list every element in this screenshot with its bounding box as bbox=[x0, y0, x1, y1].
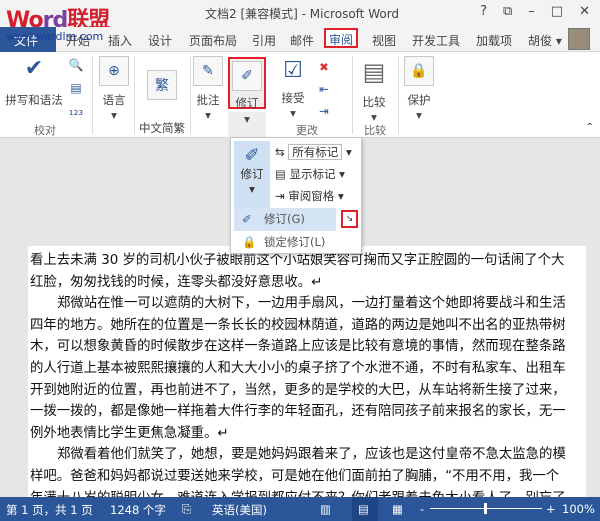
proofing-icon[interactable]: ⎘ bbox=[182, 502, 191, 517]
web-layout-icon[interactable]: ▦ bbox=[392, 502, 403, 516]
document-icon: ▤ bbox=[275, 167, 290, 181]
user-avatar[interactable] bbox=[568, 28, 590, 50]
group-compare: 比较 bbox=[364, 124, 386, 137]
tab-references[interactable]: 引用 bbox=[248, 30, 280, 50]
convert-icon: 繁 bbox=[147, 70, 177, 100]
group-changes: 更改 bbox=[296, 124, 318, 137]
language-icon: ⊕ bbox=[99, 56, 129, 86]
help-button[interactable]: ? bbox=[480, 4, 487, 19]
comment-button[interactable]: ✎ 批注 ▾ bbox=[192, 56, 224, 122]
window-title: 文档2 [兼容模式] - Microsoft Word bbox=[205, 7, 400, 21]
close-button[interactable]: ✕ bbox=[579, 4, 590, 19]
page-count[interactable]: 第 1 页，共 1 页 bbox=[6, 502, 93, 518]
markup-icon: ⇆ bbox=[275, 145, 289, 159]
track-changes-split-button[interactable]: ✐ 修订 ▾ bbox=[234, 141, 270, 209]
comment-icon: ✎ bbox=[193, 56, 223, 86]
status-bar: 第 1 页，共 1 页 1248 个字 ⎘ 英语(美国) ▥ ▤ ▦ - + 1… bbox=[0, 497, 600, 521]
tab-layout[interactable]: 页面布局 bbox=[185, 30, 241, 50]
markup-select[interactable]: ⇆ 所有标记 ▾ bbox=[275, 142, 352, 162]
tab-insert[interactable]: 插入 bbox=[104, 30, 136, 50]
accept-button[interactable]: ☑ 接受 ▾ bbox=[276, 58, 310, 120]
track-dropdown-arrow[interactable]: ▾ bbox=[228, 112, 266, 138]
track-changes-button[interactable]: ✐ 修订 bbox=[228, 57, 266, 110]
zoom-slider[interactable] bbox=[430, 503, 542, 514]
group-proofing: 校对 bbox=[34, 124, 56, 137]
zoom-level[interactable]: 100% bbox=[562, 502, 595, 516]
track-icon: ✐ bbox=[242, 212, 252, 226]
track-changes-icon: ✐ bbox=[232, 61, 262, 91]
changes-small-buttons[interactable]: ✖ ⇤ ⇥ bbox=[314, 56, 334, 122]
spelling-button[interactable]: ✔ 拼写和语法 bbox=[4, 56, 64, 108]
protect-button[interactable]: 🔒 保护 ▾ bbox=[402, 56, 436, 122]
tracking-dropdown-panel: ✐ 修订 ▾ ⇆ 所有标记 ▾ ▤ 显示标记 ▾ ⇥ 审阅窗格 ▾ ✐ 修订(G) … bbox=[230, 137, 362, 254]
tab-review[interactable]: 审阅 bbox=[324, 28, 359, 48]
compare-icon: ▤ bbox=[362, 58, 386, 86]
watermark-url: www.wordlm.com bbox=[6, 30, 104, 43]
pane-icon: ⇥ bbox=[275, 189, 289, 203]
print-layout-icon[interactable]: ▤ bbox=[352, 497, 378, 521]
tab-mailings[interactable]: 邮件 bbox=[286, 30, 318, 50]
minimize-button[interactable]: – bbox=[528, 4, 535, 19]
language-button[interactable]: ⊕ 语言 ▾ bbox=[96, 56, 132, 122]
lock-icon: 🔒 bbox=[242, 235, 257, 249]
zoom-out-button[interactable]: - bbox=[420, 502, 424, 516]
collapse-ribbon-icon[interactable]: ⌃ bbox=[586, 122, 594, 133]
language-status[interactable]: 英语(美国) bbox=[212, 502, 267, 518]
zoom-slider-thumb[interactable] bbox=[484, 503, 487, 514]
document-page[interactable]: 看上去未满 30 岁的司机小伙子被眼前这个小站娘笑容可掬而又字正腔圆的一句话闹了… bbox=[28, 246, 586, 506]
show-markup-button[interactable]: ▤ 显示标记 ▾ bbox=[275, 164, 345, 184]
proofing-small-icons[interactable]: 🔍 ▤ ₁₂₃ bbox=[68, 54, 84, 123]
track-changes-icon: ✐ bbox=[244, 145, 260, 166]
review-pane-button[interactable]: ⇥ 审阅窗格 ▾ bbox=[275, 186, 344, 206]
word-count[interactable]: 1248 个字 bbox=[110, 502, 166, 518]
compare-button[interactable]: ▤ 比较 ▾ bbox=[356, 58, 392, 124]
lock-icon: 🔒 bbox=[404, 56, 434, 86]
read-mode-icon[interactable]: ▥ bbox=[320, 502, 331, 516]
menu-track-changes[interactable]: ✐ 修订(G) bbox=[234, 208, 336, 231]
tab-design[interactable]: 设计 bbox=[144, 30, 176, 50]
tab-developer[interactable]: 开发工具 bbox=[408, 30, 464, 50]
dialog-launcher-icon[interactable]: ↘ bbox=[341, 210, 358, 228]
title-bar: Word联盟 文档2 [兼容模式] - Microsoft Word ? ⧉ –… bbox=[0, 0, 600, 33]
menu-lock-tracking[interactable]: 🔒 锁定修订(L) bbox=[234, 231, 352, 254]
tab-addins[interactable]: 加载项 bbox=[472, 30, 516, 50]
document-text: 看上去未满 30 岁的司机小伙子被眼前这个小站娘笑容可掬而又字正腔圆的一句话闹了… bbox=[30, 253, 566, 506]
accept-icon: ☑ bbox=[283, 58, 303, 83]
ribbon-review: ✔ 拼写和语法 🔍▤₁₂₃ 校对 ⊕ 语言▾ 繁 中文简繁 转换 ✎ 批注▾ ✐… bbox=[0, 52, 600, 151]
maximize-button[interactable]: □ bbox=[551, 4, 563, 19]
ribbon-display-button[interactable]: ⧉ bbox=[503, 4, 512, 19]
account-menu[interactable]: 胡俊 ▾ bbox=[524, 30, 566, 50]
spelling-check-icon: ✔ bbox=[24, 56, 44, 81]
tab-view[interactable]: 视图 bbox=[368, 30, 400, 50]
zoom-in-button[interactable]: + bbox=[546, 502, 556, 516]
